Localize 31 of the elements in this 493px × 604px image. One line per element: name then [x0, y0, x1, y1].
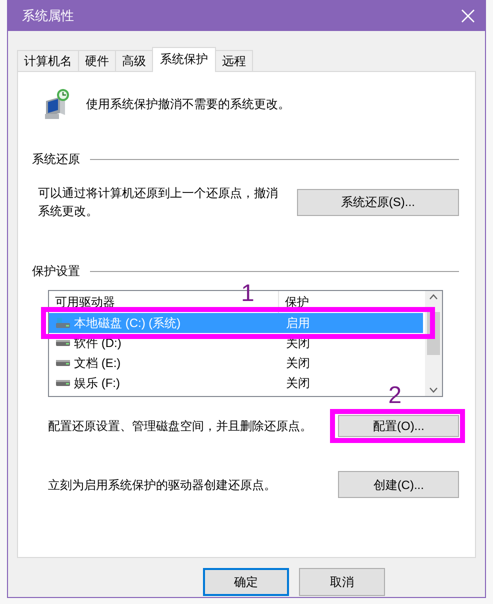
drive-icon — [55, 340, 71, 346]
list-row[interactable]: 文档 (E:) 关闭 — [49, 353, 425, 373]
annotation-number: 2 — [388, 384, 402, 408]
system-restore-button[interactable]: 系统还原(S)... — [296, 188, 459, 216]
scroll-up-icon[interactable] — [429, 294, 438, 300]
tab[interactable]: 计算机名 — [17, 50, 79, 72]
drive-name: 本地磁盘 (C:) (系统) — [74, 315, 181, 332]
create-button[interactable]: 创建(C)... — [338, 471, 459, 498]
dialog-button[interactable]: 确定 — [203, 568, 289, 596]
section-heading: 系统还原 — [32, 151, 80, 168]
drive-name: 文档 (E:) — [74, 355, 121, 372]
section-heading: 保护设置 — [32, 263, 80, 280]
window-title: 系统属性 — [22, 6, 74, 25]
system-drive-icon — [55, 317, 71, 329]
tab[interactable]: 系统保护 — [152, 47, 216, 72]
dialog-button[interactable]: 取消 — [299, 568, 385, 596]
drive-name: 娱乐 (F:) — [74, 375, 120, 392]
protection-status: 关闭 — [285, 375, 310, 392]
configure-description: 配置还原设置、管理磁盘空间，并且删除还原点。 — [48, 418, 313, 435]
restore-description: 可以通过将计算机还原到上一个还原点，撤消系统更改。 — [38, 185, 279, 220]
drive-icon — [55, 380, 71, 386]
close-icon[interactable] — [461, 8, 475, 22]
scroll-down-icon[interactable] — [429, 387, 438, 393]
protection-status: 启用 — [285, 315, 310, 332]
intro-text: 使用系统保护撤消不需要的系统更改。 — [86, 96, 290, 113]
create-description: 立刻为启用系统保护的驱动器创建还原点。 — [48, 476, 277, 494]
configure-button[interactable]: 配置(O)... — [338, 415, 459, 437]
column-header[interactable]: 保护 — [279, 293, 309, 311]
drive-icon — [55, 360, 71, 366]
protection-status: 关闭 — [285, 355, 310, 372]
tab[interactable]: 远程 — [215, 50, 253, 72]
